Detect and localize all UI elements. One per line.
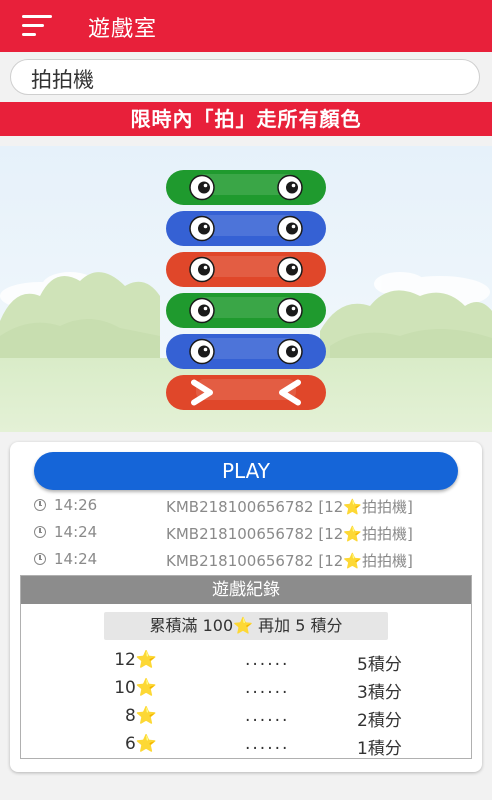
- score-rule-row: 8⭐ ...... 2積分: [21, 704, 473, 731]
- page-title: 遊戲室: [88, 17, 158, 42]
- clock-icon: [34, 499, 46, 511]
- game-name-field[interactable]: 拍拍機: [10, 59, 480, 95]
- record-time: 14:26: [54, 496, 98, 514]
- star-requirement: 6⭐: [125, 734, 157, 754]
- recent-record-row: 14:26 KMB218100656782 [12⭐拍拍機]: [34, 494, 464, 520]
- points-value: 1積分: [357, 739, 402, 759]
- recent-record-row: 14:24 KMB218100656782 [12⭐拍拍機]: [34, 548, 464, 574]
- right-eye-icon: [277, 174, 303, 201]
- score-rule-row: 12⭐ ...... 5積分: [21, 648, 473, 675]
- left-eye-icon: [189, 338, 215, 365]
- score-rule-row: 6⭐ ...... 1積分: [21, 732, 473, 759]
- right-eye-icon: [277, 256, 303, 283]
- clock-icon: [34, 526, 46, 538]
- game-name-value: 拍拍機: [31, 68, 94, 92]
- star-requirement: 12⭐: [114, 650, 157, 670]
- game-board-block[interactable]: [166, 334, 326, 369]
- dot-leader: ......: [245, 678, 290, 698]
- recent-record-row: 14:24 KMB218100656782 [12⭐拍拍機]: [34, 521, 464, 547]
- record-description: KMB218100656782 [12⭐拍拍機]: [166, 498, 413, 516]
- record-description: KMB218100656782 [12⭐拍拍機]: [166, 525, 413, 543]
- game-canvas: [0, 146, 492, 432]
- dot-leader: ......: [245, 734, 290, 754]
- right-eye-icon: [277, 215, 303, 242]
- right-eye-icon: [277, 297, 303, 324]
- game-board-block[interactable]: [166, 170, 326, 205]
- game-area[interactable]: [0, 146, 492, 432]
- points-value: 5積分: [357, 655, 402, 675]
- hamburger-menu-icon[interactable]: [22, 15, 54, 37]
- points-value: 2積分: [357, 711, 402, 731]
- record-description: KMB218100656782 [12⭐拍拍機]: [166, 552, 413, 570]
- records-header: 遊戲紀錄: [21, 576, 471, 604]
- score-rule-row: 10⭐ ...... 3積分: [21, 676, 473, 703]
- star-requirement: 8⭐: [125, 706, 157, 726]
- record-time: 14:24: [54, 550, 98, 568]
- app-bar: 遊戲室: [0, 0, 492, 52]
- left-eye-icon: [189, 256, 215, 283]
- play-button[interactable]: PLAY: [34, 452, 458, 490]
- game-board-block[interactable]: [166, 293, 326, 328]
- points-value: 3積分: [357, 683, 402, 703]
- right-eye-icon: [277, 338, 303, 365]
- dot-leader: ......: [245, 650, 290, 670]
- bonus-rule: 累積滿 100⭐ 再加 5 積分: [104, 612, 388, 640]
- left-eye-icon: [189, 174, 215, 201]
- game-board-block[interactable]: [166, 375, 326, 410]
- game-board-block[interactable]: [166, 252, 326, 287]
- game-board-block[interactable]: [166, 211, 326, 246]
- left-eye-icon: [189, 297, 215, 324]
- record-time: 14:24: [54, 523, 98, 541]
- game-card: PLAY 14:26 KMB218100656782 [12⭐拍拍機] 14:2…: [10, 442, 482, 772]
- dot-leader: ......: [245, 706, 290, 726]
- instruction-banner: 限時內「拍」走所有顏色: [0, 102, 492, 136]
- clock-icon: [34, 553, 46, 565]
- star-requirement: 10⭐: [114, 678, 157, 698]
- left-eye-icon: [189, 215, 215, 242]
- game-records-panel: 遊戲紀錄 累積滿 100⭐ 再加 5 積分 12⭐ ...... 5積分 10⭐…: [20, 575, 472, 759]
